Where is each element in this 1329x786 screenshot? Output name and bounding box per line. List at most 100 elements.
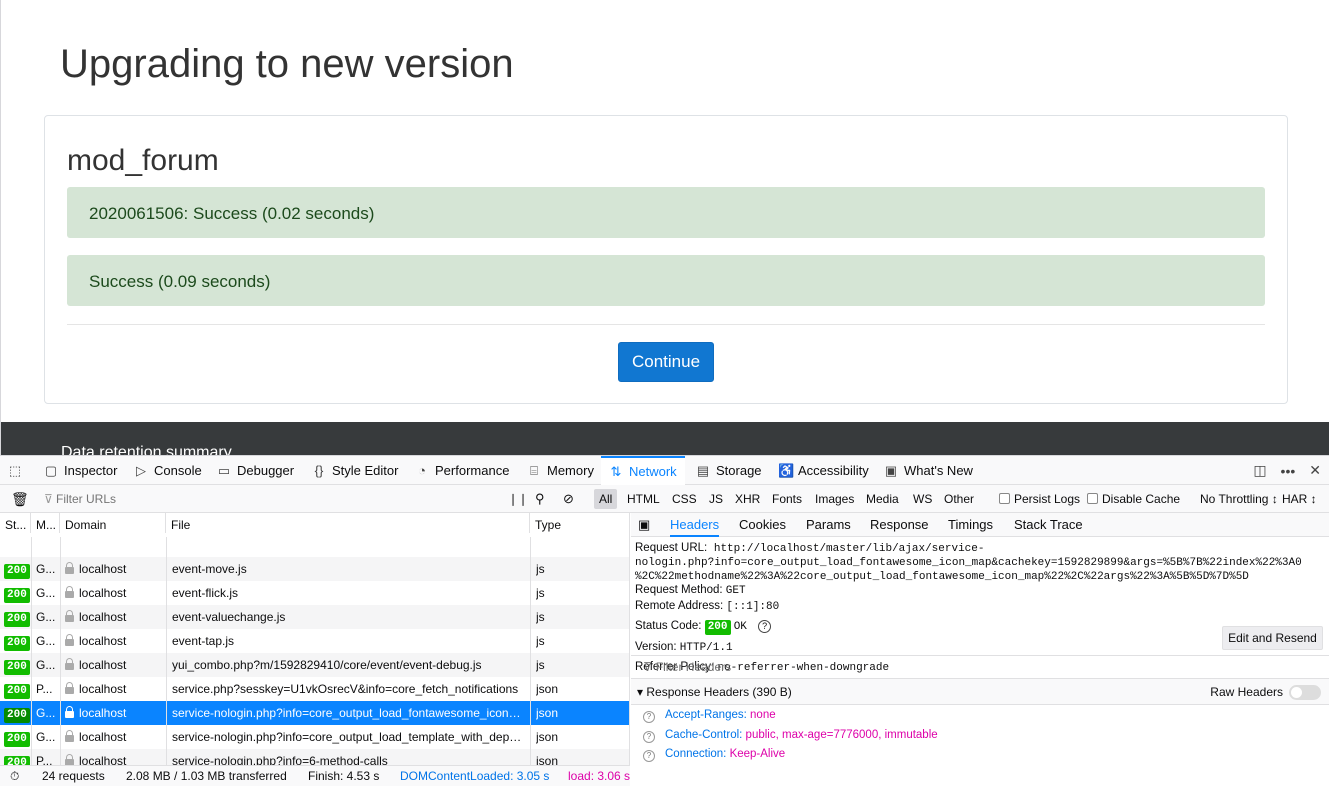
request-method: G... [36,730,56,744]
load-time: load: 3.06 s [568,769,630,783]
request-file: event-tap.js [172,634,235,648]
dock-icon[interactable]: ◫ [1253,462,1266,479]
request-type: js [536,658,545,672]
filter-headers-input[interactable]: ⊽ Filter Headers [631,655,1329,679]
help-icon: ? [643,711,655,723]
success-alert: Success (0.09 seconds) [67,255,1265,306]
edit-and-resend-button[interactable]: Edit and Resend [1222,626,1323,650]
tab-console[interactable]: ▷ Console [134,456,202,485]
pause-icon[interactable]: ❘❘ [508,485,528,513]
type-filter-ws[interactable]: WS [908,489,937,509]
memory-icon: ⌸ [530,462,538,478]
request-row[interactable]: 200 G... localhost service-nologin.php?info… [0,725,629,749]
filter-icon: ⊽ [643,660,652,674]
column-separator[interactable] [31,537,32,765]
type-filter-all[interactable]: All [594,489,618,509]
request-row[interactable]: 200 G... localhost event-move.js js [0,557,629,581]
page-footer: Data retention summary [1,422,1329,455]
request-type: js [536,610,545,624]
filter-urls-input[interactable] [36,489,496,509]
network-status-bar: ⏱ 24 requests 2.08 MB / 1.03 MB transfer… [0,765,630,786]
header-row: ? Accept-Ranges: none [643,709,776,723]
tab-style-editor[interactable]: {} Style Editor [312,456,399,485]
column-separator[interactable] [166,537,167,765]
tab-performance[interactable]: ◔ Performance [415,456,509,485]
request-domain: localhost [65,581,165,605]
raw-headers-toggle[interactable] [1289,685,1321,700]
request-type: json [536,754,559,765]
card-title: mod_forum [67,144,219,177]
tab-cookies[interactable]: Cookies [739,513,786,537]
request-details: ▣ Headers Cookies Params Response Timing… [631,513,1329,786]
data-retention-link[interactable]: Data retention summary [61,444,232,455]
type-filter-media[interactable]: Media [861,489,904,509]
continue-button[interactable]: Continue [618,342,714,382]
storage-icon: ▤ [696,462,710,478]
tab-response[interactable]: Response [870,513,929,537]
request-row[interactable]: 200 G... localhost service-nologin.php?info… [0,701,629,725]
network-toolbar: 🗑 ⊽ ❘❘ ⚲ ⊘ All HTML CSS JS XHR Fonts Ima… [0,485,1329,513]
har-menu[interactable]: HAR ↕ [1282,485,1317,513]
type-filter-fonts[interactable]: Fonts [767,489,807,509]
help-icon[interactable]: ? [758,620,772,633]
lock-icon [65,658,74,670]
request-type: json [536,706,559,720]
status-badge: 200 [4,677,31,701]
tab-inspector[interactable]: ▢ Inspector [44,456,118,485]
trash-icon[interactable]: 🗑 [11,485,29,513]
request-file: service.php?sesskey=U1vkOsrecV&info=core… [172,682,519,696]
lock-icon [65,610,74,622]
stopwatch-icon[interactable]: ⏱ [10,766,19,786]
request-method: P... [36,682,53,696]
tab-stack-trace[interactable]: Stack Trace [1014,513,1083,537]
column-separator[interactable] [530,537,531,765]
tab-storage[interactable]: ▤ Storage [696,456,762,485]
status-badge: 200 [4,629,31,653]
status-badge: 200 [4,605,31,629]
status-badge: 200 [4,581,31,605]
tab-whats-new[interactable]: ▣ What's New [884,456,973,485]
request-row[interactable]: 200 G... localhost event-tap.js js [0,629,629,653]
search-icon[interactable]: ⚲ [535,485,545,513]
help-icon: ? [643,750,655,762]
type-filter-xhr[interactable]: XHR [730,489,765,509]
type-filter-other[interactable]: Other [939,489,979,509]
response-headers-section[interactable]: ▾ Response Headers (390 B) Raw Headers [631,679,1329,705]
tab-headers[interactable]: Headers [670,513,720,537]
request-row[interactable]: 200 G... localhost yui_combo.php?m/15928294… [0,653,629,677]
finish-time: Finish: 4.53 s [308,769,380,783]
request-row[interactable]: 200 P... localhost service.php?sesskey=U1vk… [0,677,629,701]
throttling-select[interactable]: No Throttling ↕ [1200,485,1278,513]
more-options-icon[interactable]: ••• [1281,463,1296,479]
element-picker-icon[interactable]: ⬚ [8,456,22,485]
request-row[interactable]: 200 P... localhost service-nologin.php?info… [0,749,629,765]
tab-timings[interactable]: Timings [948,513,993,537]
tab-debugger[interactable]: ▭ Debugger [217,456,294,485]
gift-icon: ▣ [884,462,898,478]
tab-memory[interactable]: ⌸ Memory [527,456,594,485]
request-method: G... [36,610,56,624]
lock-icon [65,562,74,574]
sidebar-toggle-icon[interactable]: ▣ [638,513,650,537]
request-row[interactable]: 200 G... localhost event-flick.js js [0,581,629,605]
tab-network[interactable]: ⇅ Network [601,456,685,485]
persist-logs-checkbox[interactable]: Persist Logs [999,485,1080,513]
request-type: json [536,730,559,744]
block-icon[interactable]: ⊘ [563,485,574,513]
request-row[interactable]: 200 G... localhost event-valuechange.js js [0,605,629,629]
type-filter-html[interactable]: HTML [622,489,665,509]
header-row: ? Connection: Keep-Alive [643,748,785,762]
tab-accessibility[interactable]: ♿ Accessibility [778,456,869,485]
type-filter-css[interactable]: CSS [667,489,702,509]
tab-params[interactable]: Params [806,513,851,537]
lock-icon [65,586,74,598]
type-filter-images[interactable]: Images [810,489,859,509]
request-method: G... [36,586,56,600]
column-separator[interactable] [60,537,61,765]
request-list: St... M... Domain File Type 200 G... local… [0,513,630,765]
inspector-icon: ▢ [44,462,58,478]
request-type: js [536,634,545,648]
type-filter-js[interactable]: JS [704,489,728,509]
close-icon[interactable]: ✕ [1309,462,1321,479]
disable-cache-checkbox[interactable]: Disable Cache [1087,485,1180,513]
